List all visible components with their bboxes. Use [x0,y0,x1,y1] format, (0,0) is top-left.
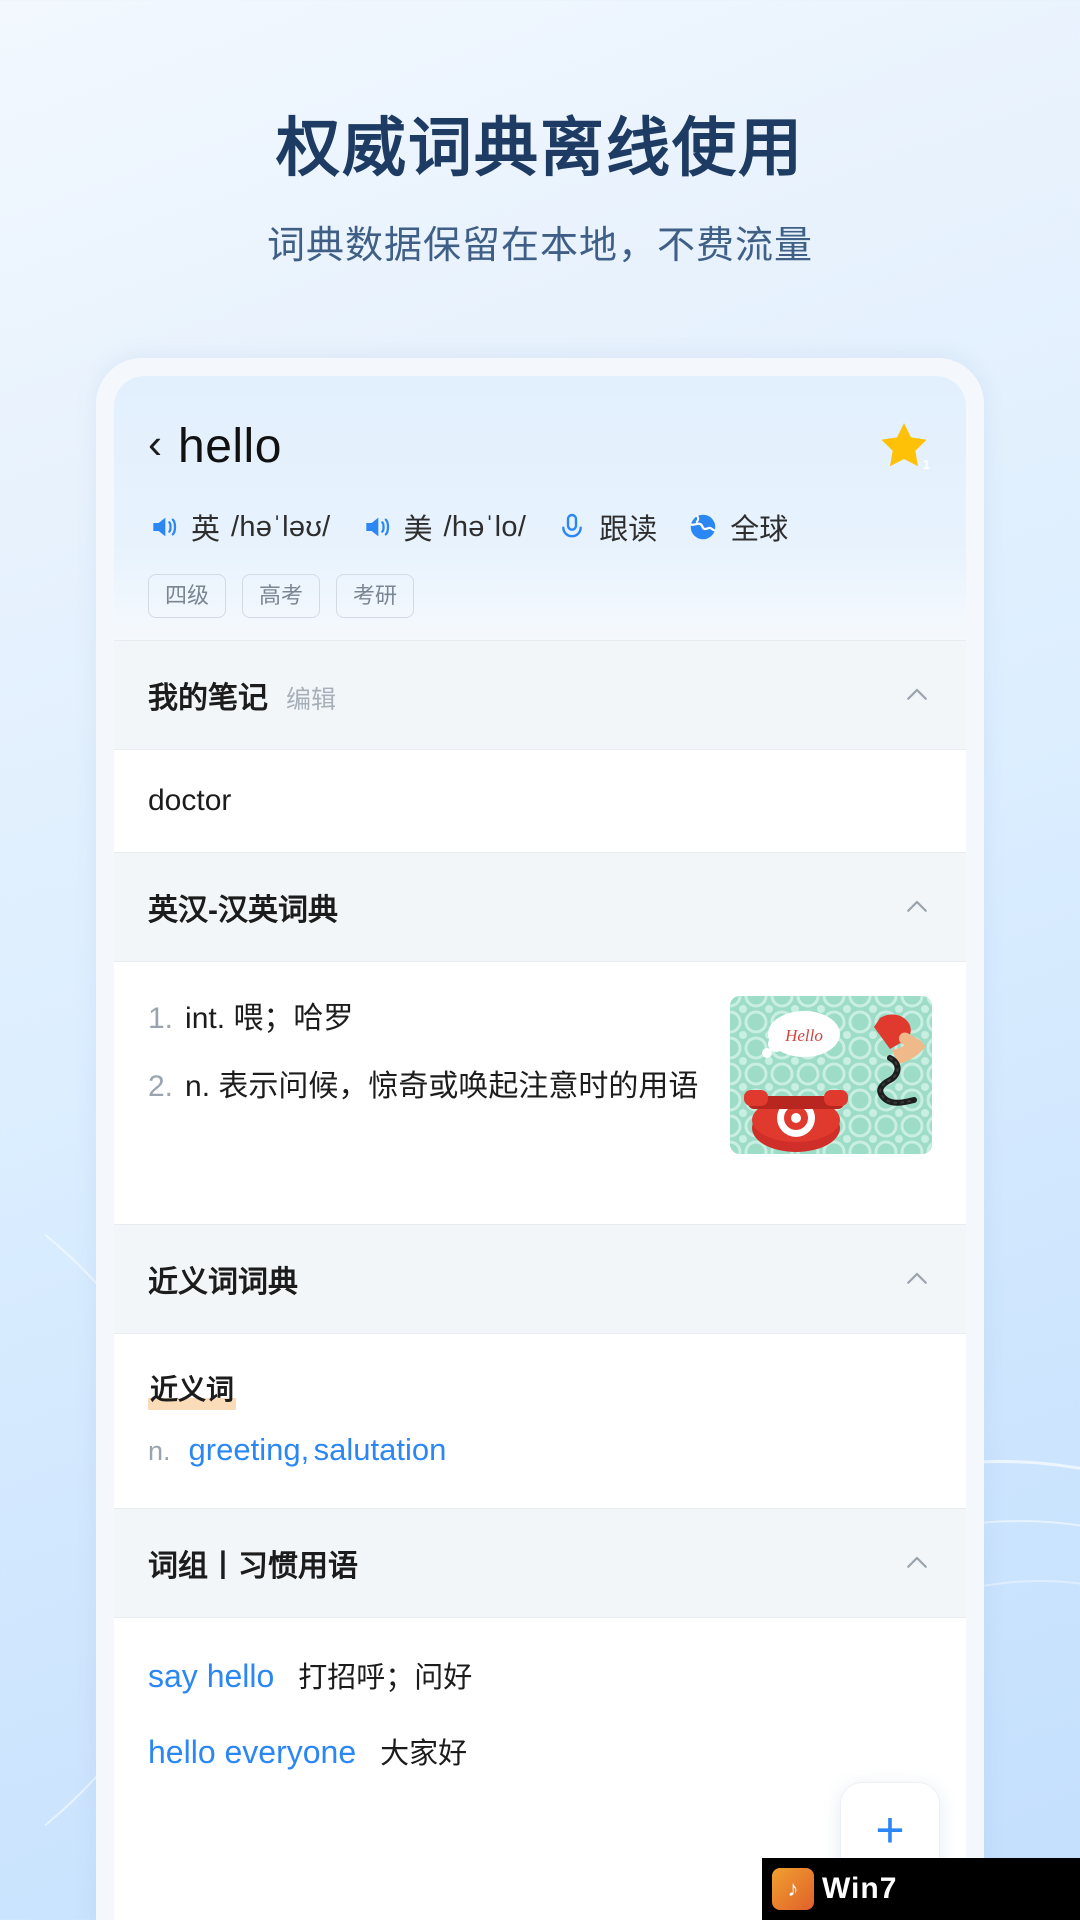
chevron-up-icon[interactable] [902,1264,932,1294]
phrase-chinese: 打招呼；问好 [298,1661,473,1694]
pronunciation-us-label: 美 [403,514,433,546]
exam-tag-row: 四级 高考 考研 [148,574,932,618]
section-header-ec-ce-dictionary[interactable]: 英汉-汉英词典 [114,851,966,962]
global-label: 全球 [730,514,789,546]
pronunciation-us-ipa: /həˈlo/ [443,510,527,543]
definition-number: 1. [148,1001,174,1035]
definition-meaning: 喂；哈罗 [233,1001,354,1035]
phone-mockup-frame: ‹ hello 1 英 /həˈləʊ/ 美 /həˈlo/ 跟读 全球 四级 … [96,358,984,1920]
speaker-icon[interactable] [361,511,393,543]
follow-read-button[interactable]: 跟读 [556,506,657,548]
pronunciation-us[interactable]: 美 /həˈlo/ [361,506,527,548]
section-body-ec-ce-dictionary: 1. int. 喂；哈罗 2. n. 表示问候，惊奇或唤起注意时的用语 Hell… [114,961,966,1224]
section-header-left: 英汉-汉英词典 [148,885,338,929]
phrase-row[interactable]: hello everyone 大家好 [148,1730,932,1772]
phrase-english[interactable]: hello everyone [148,1734,356,1771]
section-title: 英汉-汉英词典 [148,893,338,927]
pronunciation-uk-ipa: /həˈləʊ/ [231,510,331,543]
section-title: 近义词词典 [148,1265,298,1299]
definition-list: 1. int. 喂；哈罗 2. n. 表示问候，惊奇或唤起注意时的用语 [148,996,708,1111]
synonym-pos: n. [148,1435,171,1466]
phrase-chinese: 大家好 [380,1737,468,1770]
definition-pos: int. [185,1001,226,1035]
headword-row: ‹ hello 1 [148,414,932,478]
exam-tag[interactable]: 四级 [148,574,227,618]
edit-note-button[interactable]: 编辑 [286,680,336,716]
section-body-phrases-idioms: say hello 打招呼；问好 hello everyone 大家好 [114,1617,966,1840]
star-icon[interactable]: 1 [876,418,932,474]
follow-read-label: 跟读 [599,514,658,546]
synonym-line: n. greeting, salutation [148,1432,932,1468]
section-header-synonym-dictionary[interactable]: 近义词词典 [114,1223,966,1334]
microphone-icon[interactable] [556,511,588,543]
synonym-kicker: 近义词 [148,1367,237,1410]
phrase-english[interactable]: say hello [148,1658,274,1695]
exam-tag[interactable]: 高考 [242,574,321,618]
synonym-word[interactable]: salutation [314,1432,447,1467]
hero-block: 权威词典离线使用 词典数据保留在本地，不费流量 [0,112,1080,269]
section-header-phrases-idioms[interactable]: 词组丨习惯用语 [114,1507,966,1618]
section-body-synonym-dictionary: 近义词 n. greeting, salutation [114,1333,966,1508]
chevron-up-icon[interactable] [902,892,932,922]
watermark-text: Win7 [822,1872,898,1905]
exam-tag[interactable]: 考研 [336,574,415,618]
definition-pos: n. [185,1070,211,1103]
hello-telephone-illustration[interactable]: Hello [730,995,932,1154]
definition-meaning: 表示问候，惊奇或唤起注意时的用语 [218,1070,699,1103]
watermark-logo-icon: ♪ [772,1868,814,1910]
synonym-word-group: greeting, salutation [189,1432,447,1468]
watermark: ♪ Win7 [762,1858,1080,1920]
definition-text: n. 表示问候，惊奇或唤起注意时的用语 [185,1064,708,1111]
synonym-separator: , [300,1431,310,1467]
chevron-left-icon[interactable]: ‹ [148,423,162,465]
note-text: doctor [148,783,232,817]
definition-item: 1. int. 喂；哈罗 [148,996,708,1043]
section-body-my-notes: doctor [114,749,966,852]
plus-icon: + [875,1802,905,1858]
headword: hello [178,419,282,473]
synonym-word[interactable]: greeting [189,1432,301,1467]
pronunciation-uk-label: 英 [191,514,221,546]
section-title: 词组丨习惯用语 [148,1549,358,1583]
pronunciation-row: 英 /həˈləʊ/ 美 /həˈlo/ 跟读 全球 [148,506,932,548]
section-header-my-notes[interactable]: 我的笔记 编辑 [114,639,966,750]
app-header: ‹ hello 1 英 /həˈləʊ/ 美 /həˈlo/ 跟读 全球 四级 … [114,376,966,640]
section-header-left: 近义词词典 [148,1257,298,1301]
svg-text:Hello: Hello [784,1026,823,1045]
globe-icon[interactable] [687,511,719,543]
watermark-text-group: Win7 [822,1872,897,1906]
definition-number: 2. [148,1070,174,1103]
page-title: 权威词典离线使用 [276,112,804,184]
headword-left-group: ‹ hello [148,419,282,474]
chevron-up-icon[interactable] [902,1548,932,1578]
chevron-up-icon[interactable] [902,680,932,710]
page-subtitle: 词典数据保留在本地，不费流量 [266,224,813,267]
phrase-row[interactable]: say hello 打招呼；问好 [148,1654,932,1696]
star-badge: 1 [922,457,930,472]
phone-screen: ‹ hello 1 英 /həˈləʊ/ 美 /həˈlo/ 跟读 全球 四级 … [114,376,966,1920]
global-button[interactable]: 全球 [687,506,788,548]
definition-item: 2. n. 表示问候，惊奇或唤起注意时的用语 [148,1064,708,1111]
section-header-left: 词组丨习惯用语 [148,1541,358,1585]
speaker-icon[interactable] [148,511,180,543]
definition-text: int. 喂；哈罗 [185,996,708,1043]
section-header-left: 我的笔记 编辑 [148,673,336,717]
section-title: 我的笔记 [148,681,268,715]
pronunciation-uk[interactable]: 英 /həˈləʊ/ [148,506,331,548]
